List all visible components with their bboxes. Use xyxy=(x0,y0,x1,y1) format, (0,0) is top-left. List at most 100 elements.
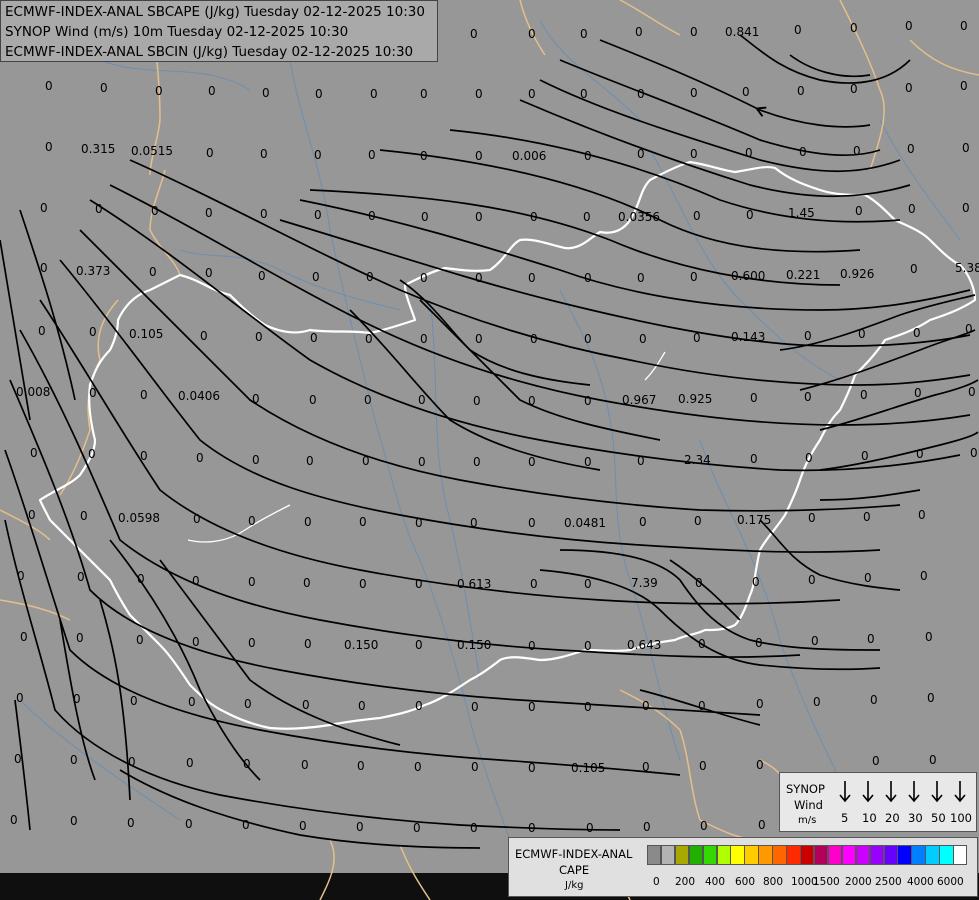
cape-value: 0 xyxy=(908,202,916,216)
cape-value: 0 xyxy=(752,575,760,589)
cape-value: 0 xyxy=(804,329,812,343)
cape-color-bar xyxy=(647,845,968,865)
cape-value: 0 xyxy=(864,571,872,585)
cape-value: 0 xyxy=(260,147,268,161)
cape-value: 0 xyxy=(359,577,367,591)
cape-value: 0 xyxy=(357,759,365,773)
cape-color-swatch xyxy=(897,845,912,865)
cape-value: 0 xyxy=(584,639,592,653)
cape-tick-label: 2500 xyxy=(875,876,902,888)
cape-value: 0 xyxy=(528,271,536,285)
cape-value: 0.175 xyxy=(737,513,771,527)
cape-value: 0.0515 xyxy=(131,144,173,158)
cape-value: 0 xyxy=(80,509,88,523)
cape-value: 0 xyxy=(306,454,314,468)
cape-value: 0.0356 xyxy=(618,210,660,224)
cape-value: 0 xyxy=(262,86,270,100)
cape-value: 0 xyxy=(186,756,194,770)
cape-color-swatch xyxy=(716,845,731,865)
cape-tick-label: 800 xyxy=(763,876,784,888)
cape-color-swatch xyxy=(925,845,940,865)
cape-value: 0 xyxy=(362,454,370,468)
cape-value: 0 xyxy=(420,149,428,163)
cape-tick-label: 4000 xyxy=(907,876,934,888)
cape-value: 0 xyxy=(584,577,592,591)
cape-value: 0 xyxy=(742,85,750,99)
cape-value: 0 xyxy=(637,454,645,468)
cape-value: 0.105 xyxy=(571,761,605,775)
wind-speed-label: 50 xyxy=(931,811,946,825)
cape-value: 0 xyxy=(530,210,538,224)
cape-value: 0 xyxy=(76,631,84,645)
cape-value: 0 xyxy=(637,147,645,161)
cape-value: 1.45 xyxy=(788,206,815,220)
cape-value: 0 xyxy=(196,451,204,465)
cape-value: 0 xyxy=(475,149,483,163)
wind-arrow-30 xyxy=(908,781,920,803)
cape-value: 0 xyxy=(794,23,802,37)
cape-value: 0 xyxy=(301,758,309,772)
cape-value: 0 xyxy=(693,209,701,223)
cape-value: 0 xyxy=(205,206,213,220)
cape-value: 0 xyxy=(962,141,970,155)
cape-value: 0 xyxy=(252,453,260,467)
cape-value: 0.221 xyxy=(786,268,820,282)
cape-value: 0 xyxy=(700,819,708,833)
cape-value: 0 xyxy=(242,818,250,832)
cape-value: 0 xyxy=(185,817,193,831)
cape-value: 0 xyxy=(918,508,926,522)
cape-value: 0 xyxy=(808,511,816,525)
cape-color-swatch xyxy=(758,845,773,865)
cape-value: 0 xyxy=(916,447,924,461)
cape-value: 0 xyxy=(799,145,807,159)
cape-value: 0 xyxy=(415,638,423,652)
cape-value: 0 xyxy=(586,821,594,835)
cape-value: 0 xyxy=(584,394,592,408)
cape-value: 0 xyxy=(642,699,650,713)
cape-value: 0.150 xyxy=(344,638,378,652)
cape-value: 0 xyxy=(100,81,108,95)
cape-value: 0 xyxy=(315,87,323,101)
cape-value: 0 xyxy=(528,87,536,101)
cape-color-swatch xyxy=(786,845,801,865)
cape-tick-labels: 0 200 400 600 800 1000 1500 2000 2500 4000 6000 xyxy=(647,876,977,892)
cape-value: 0.0406 xyxy=(178,389,220,403)
cape-value: 0 xyxy=(255,330,263,344)
cape-tick-label: 1500 xyxy=(813,876,840,888)
cape-value: 0 xyxy=(151,204,159,218)
cape-color-swatch xyxy=(939,845,954,865)
weather-map: 0 0 0 0 0 0.841 0 0 0 0 0 0 0 0 0 0 0 0 0 0 0 0 0 0 0 0 0 0 0 0.315 0.… xyxy=(0,0,979,900)
cape-value: 0 xyxy=(136,633,144,647)
cape-value: 0 xyxy=(421,210,429,224)
cape-value: 0 xyxy=(929,753,937,767)
cape-value: 0 xyxy=(962,201,970,215)
cape-value: 0 xyxy=(471,760,479,774)
cape-tick-label: 600 xyxy=(735,876,756,888)
cape-value: 0 xyxy=(244,697,252,711)
cape-color-swatch xyxy=(674,845,690,865)
cape-value: 0 xyxy=(370,87,378,101)
cape-value: 0 xyxy=(750,391,758,405)
cape-value: 0 xyxy=(872,754,880,768)
cape-value: 0 xyxy=(89,386,97,400)
cape-value: 0 xyxy=(128,755,136,769)
cape-value: 0.0481 xyxy=(564,516,606,530)
cape-value: 0 xyxy=(248,575,256,589)
cape-value: 0 xyxy=(471,700,479,714)
cape-value: 0 xyxy=(805,451,813,465)
cape-value: 0 xyxy=(40,201,48,215)
cape-value: 0 xyxy=(528,700,536,714)
cape-value: 0 xyxy=(258,269,266,283)
cape-value: 0 xyxy=(475,271,483,285)
cape-value: 0 xyxy=(366,270,374,284)
cape-value: 0 xyxy=(149,265,157,279)
cape-value: 0 xyxy=(302,698,310,712)
wind-speed-label: 5 xyxy=(841,811,849,825)
cape-value: 0 xyxy=(420,332,428,346)
cape-value: 0 xyxy=(73,692,81,706)
cape-value: 0 xyxy=(40,261,48,275)
cape-value: 0 xyxy=(30,446,38,460)
cape-value: 0 xyxy=(528,394,536,408)
wind-speed-label: 100 xyxy=(950,811,972,825)
cape-legend: ECMWF-INDEX-ANAL CAPE J/kg 0 200 400 600 800… xyxy=(508,837,978,897)
